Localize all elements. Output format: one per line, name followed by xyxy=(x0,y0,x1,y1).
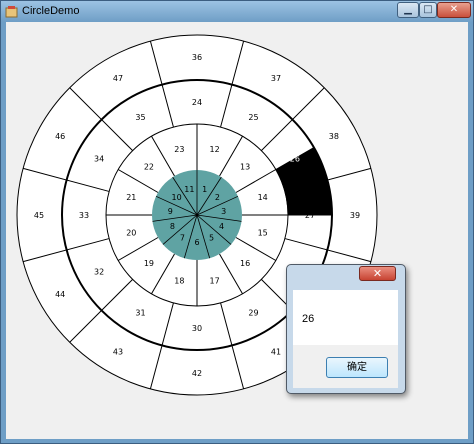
close-button[interactable]: ✕ xyxy=(437,2,471,18)
ring2-number: 15 xyxy=(258,228,268,237)
inner-number: 5 xyxy=(209,234,214,243)
ring4-number: 45 xyxy=(34,211,44,220)
ring4-number: 46 xyxy=(55,132,65,141)
inner-number: 9 xyxy=(168,207,173,216)
inner-number: 4 xyxy=(219,222,224,231)
minimize-button[interactable]: ▁ xyxy=(397,2,419,18)
inner-number: 3 xyxy=(221,207,226,216)
window-title: CircleDemo xyxy=(22,5,80,17)
ok-button[interactable]: 确定 xyxy=(326,357,388,378)
ring2-number: 20 xyxy=(126,228,136,237)
ring3-number: 29 xyxy=(248,309,258,318)
inner-number: 10 xyxy=(171,193,181,202)
ring4-number: 47 xyxy=(113,74,123,83)
ring3-number: 35 xyxy=(135,113,145,122)
ring2-number: 13 xyxy=(240,163,250,172)
ring4-number: 37 xyxy=(271,74,281,83)
ring2-number: 21 xyxy=(126,193,136,202)
ring3-number: 33 xyxy=(79,211,89,220)
ring4-number: 41 xyxy=(271,348,281,357)
ring3-number: 34 xyxy=(94,154,104,163)
ring2-number: 12 xyxy=(210,145,220,154)
inner-number: 11 xyxy=(184,185,194,194)
ring4-number: 38 xyxy=(329,132,339,141)
ring3-number: 30 xyxy=(192,324,202,333)
ring2-number: 14 xyxy=(258,193,268,202)
inner-number: 1 xyxy=(202,185,207,194)
ring3-number: 26 xyxy=(290,154,300,163)
ring4-number: 44 xyxy=(55,290,65,299)
ring3-number: 32 xyxy=(94,267,104,276)
ring3-number: 27 xyxy=(305,211,315,220)
inner-number: 6 xyxy=(194,238,199,247)
app-icon xyxy=(5,6,18,18)
ring2-number: 16 xyxy=(240,259,250,268)
ring3-number: 25 xyxy=(248,113,258,122)
ring2-number: 18 xyxy=(174,276,184,285)
ring4-number: 39 xyxy=(350,211,360,220)
inner-number: 8 xyxy=(170,222,175,231)
ring2-number: 22 xyxy=(144,163,154,172)
ring2-number: 17 xyxy=(210,276,220,285)
ring4-number: 43 xyxy=(113,348,123,357)
message-box-close-button[interactable]: ✕ xyxy=(359,266,396,281)
ring2-number: 19 xyxy=(144,259,154,268)
ring4-number: 42 xyxy=(192,369,202,378)
ring3-number: 24 xyxy=(192,98,202,107)
ring3-number: 31 xyxy=(135,309,145,318)
ring4-number: 36 xyxy=(192,53,202,62)
inner-number: 2 xyxy=(215,193,220,202)
inner-number: 7 xyxy=(180,234,185,243)
message-text: 26 xyxy=(302,313,315,325)
ring2-number: 23 xyxy=(174,145,184,154)
maximize-button[interactable]: □ xyxy=(419,2,437,18)
